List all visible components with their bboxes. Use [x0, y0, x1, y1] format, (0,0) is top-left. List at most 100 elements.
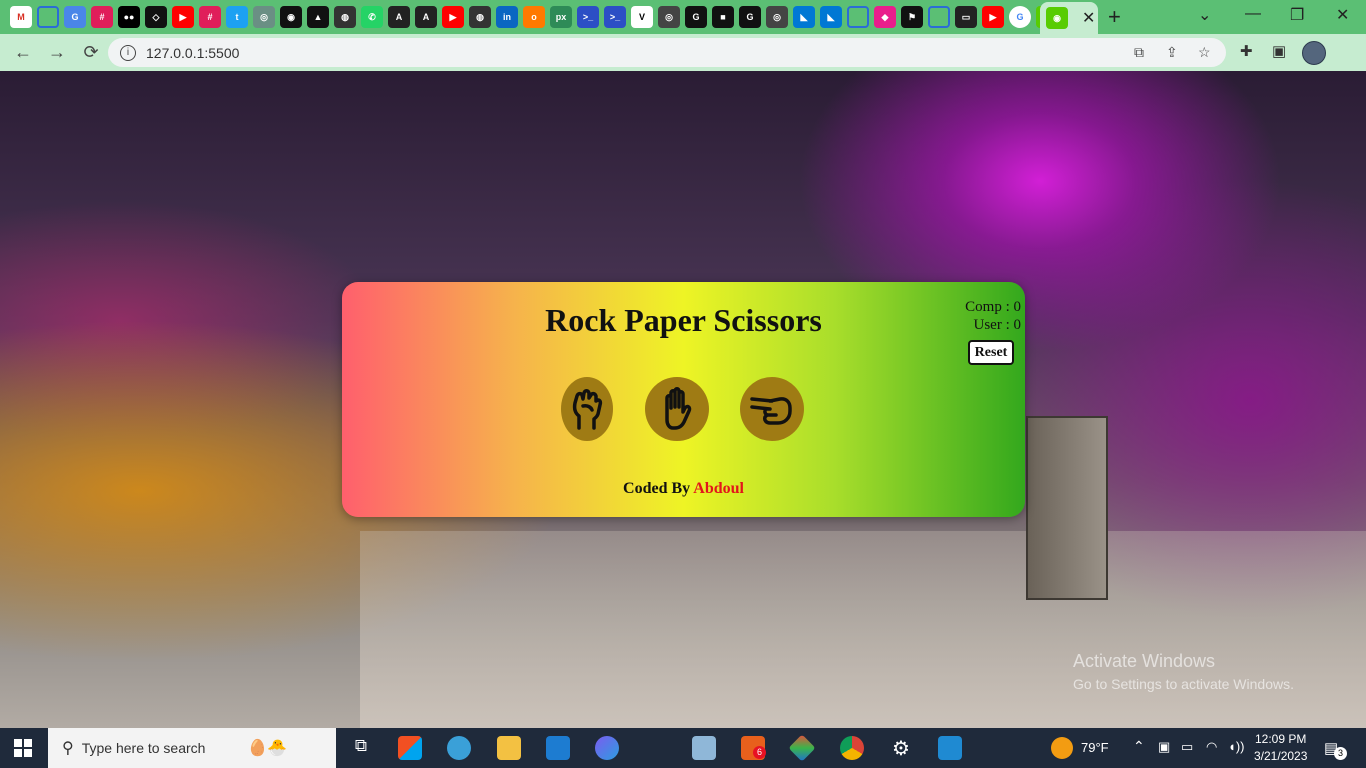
tab-search-chevron-icon[interactable]: ⌄	[1198, 5, 1211, 25]
paper-icon	[665, 387, 692, 430]
weather-temp[interactable]: 79°F	[1081, 740, 1109, 755]
search-placeholder[interactable]: Type here to search	[82, 740, 206, 756]
window-close-icon[interactable]: ✕	[1336, 5, 1349, 25]
openai-tab-icon[interactable]: ◎	[253, 6, 275, 28]
extensions-icon[interactable]: ✚	[1240, 42, 1253, 60]
url-text[interactable]: 127.0.0.1:5500	[146, 45, 239, 61]
notepad-icon[interactable]	[692, 736, 716, 760]
slack-tab-icon[interactable]: #	[91, 6, 113, 28]
forward-arrow-icon[interactable]: →	[42, 42, 72, 63]
translate-tab-icon[interactable]: G	[64, 6, 86, 28]
flag-tab-icon-2[interactable]	[847, 6, 869, 28]
terminal-tab-icon-2[interactable]: >_	[604, 6, 626, 28]
task-view-icon[interactable]: ⧉	[349, 736, 373, 760]
back-arrow-icon[interactable]: ←	[8, 42, 38, 63]
page-background: Rock Paper Scissors Comp : 0 User : 0 Re…	[0, 71, 1366, 728]
pink-tab-icon[interactable]: ◆	[874, 6, 896, 28]
address-bar[interactable]: i 127.0.0.1:5500 ⧉ ⇪ ☆	[108, 38, 1226, 67]
gmail-tab-icon[interactable]: M	[10, 6, 32, 28]
chrome-icon[interactable]	[840, 736, 864, 760]
game-card: Rock Paper Scissors Comp : 0 User : 0 Re…	[342, 282, 1025, 517]
px-tab-icon[interactable]: px	[550, 6, 572, 28]
google-tab-icon[interactable]: G	[1009, 6, 1031, 28]
chatgpt-tab-icon-2[interactable]: ◎	[766, 6, 788, 28]
scissors-button[interactable]	[740, 377, 804, 441]
store-icon[interactable]	[398, 736, 422, 760]
globe-tab-icon-2[interactable]: ◍	[469, 6, 491, 28]
sourcetree-icon[interactable]	[788, 734, 816, 762]
bookmark-star-icon[interactable]: ☆	[1198, 44, 1211, 61]
credit-author: Abdoul	[693, 480, 744, 497]
gpt-tab-icon-2[interactable]: G	[739, 6, 761, 28]
orange-tab-icon[interactable]: o	[523, 6, 545, 28]
appwrite-tab-icon-2[interactable]: A	[415, 6, 437, 28]
comp-score: Comp : 0	[965, 299, 1021, 315]
globe-tab-icon[interactable]: ◍	[334, 6, 356, 28]
github-tab-icon[interactable]: ◉	[280, 6, 302, 28]
activate-windows-title: Activate Windows	[1073, 651, 1216, 671]
battery-icon[interactable]: ▭	[1181, 739, 1193, 755]
windows-start-icon[interactable]	[14, 739, 32, 757]
reset-button[interactable]: Reset	[968, 340, 1014, 365]
profile-avatar[interactable]	[1302, 41, 1326, 65]
youtube-tab-icon-2[interactable]: ▶	[442, 6, 464, 28]
share-icon[interactable]: ⇪	[1166, 44, 1178, 61]
user-score: User : 0	[973, 317, 1022, 333]
minimize-icon[interactable]: —	[1245, 5, 1261, 23]
flag-tab-icon[interactable]	[37, 6, 59, 28]
game-title: Rock Paper Scissors	[545, 302, 822, 338]
windows-taskbar: ⚲ Type here to search 🥚🐣 ⧉ 6 ⚙ 79°F ⌃ ▣ …	[0, 728, 1366, 768]
flag-dark-tab-icon[interactable]: ⚑	[901, 6, 923, 28]
scissors-icon	[750, 397, 792, 425]
codepen-tab-icon[interactable]: ◇	[145, 6, 167, 28]
side-panel-icon[interactable]: ▣	[1272, 42, 1286, 60]
active-tab-favicon: ◉	[1046, 7, 1068, 29]
folder-tab-icon[interactable]: ▭	[955, 6, 977, 28]
dark-tab-icon[interactable]: ■	[712, 6, 734, 28]
taskbar-search-box[interactable]: ⚲ Type here to search 🥚🐣	[48, 728, 336, 768]
app-badge: 6	[753, 746, 766, 759]
rock-button[interactable]	[561, 377, 613, 441]
settings-gear-icon[interactable]: ⚙	[889, 736, 913, 760]
terminal-tab-icon[interactable]: >_	[577, 6, 599, 28]
vercel-tab-icon[interactable]: ▲	[307, 6, 329, 28]
reload-icon[interactable]: ⟳	[76, 42, 106, 63]
tray-chevron-icon[interactable]: ⌃	[1133, 738, 1145, 755]
search-icon: ⚲	[62, 740, 74, 757]
tab-close-icon[interactable]: ✕	[1082, 8, 1095, 28]
medium-tab-icon[interactable]: ●●	[118, 6, 140, 28]
wifi-icon[interactable]: ◠	[1206, 739, 1217, 755]
youtube-tab-icon[interactable]: ▶	[172, 6, 194, 28]
active-tab[interactable]: ◉ ✕	[1040, 2, 1098, 34]
vscode-icon[interactable]	[938, 736, 962, 760]
maximize-icon[interactable]: ❐	[1290, 5, 1304, 25]
chatgpt-tab-icon[interactable]: ◎	[658, 6, 680, 28]
activate-windows-subtitle: Go to Settings to activate Windows.	[1073, 676, 1294, 692]
weather-sun-icon[interactable]	[1051, 737, 1073, 759]
slack-tab-icon-2[interactable]: #	[199, 6, 221, 28]
gpt-tab-icon[interactable]: G	[685, 6, 707, 28]
translate-icon[interactable]: ⧉	[1134, 44, 1144, 61]
whatsapp-tab-icon[interactable]: ✆	[361, 6, 383, 28]
taskbar-clock[interactable]: 12:09 PM 3/21/2023	[1254, 731, 1307, 765]
azure-tab-icon-2[interactable]: ◣	[820, 6, 842, 28]
clock-time: 12:09 PM	[1255, 732, 1307, 746]
v-tab-icon[interactable]: V	[631, 6, 653, 28]
site-info-icon[interactable]: i	[120, 44, 136, 61]
linkedin-tab-icon[interactable]: in	[496, 6, 518, 28]
volume-icon[interactable]: ◖))	[1228, 739, 1245, 754]
activate-windows-watermark: Activate Windows Go to Settings to activ…	[1073, 651, 1294, 692]
notification-count: 3	[1334, 747, 1347, 760]
paper-button[interactable]	[645, 377, 709, 441]
flag-tab-icon-3[interactable]	[928, 6, 950, 28]
mail-icon[interactable]	[546, 736, 570, 760]
meet-icon[interactable]: ▣	[1158, 739, 1170, 755]
twitter-tab-icon[interactable]: t	[226, 6, 248, 28]
file-explorer-icon[interactable]	[497, 736, 521, 760]
youtube-tab-icon-3[interactable]: ▶	[982, 6, 1004, 28]
new-tab-button[interactable]: +	[1108, 4, 1121, 30]
appwrite-tab-icon[interactable]: A	[388, 6, 410, 28]
copilot-icon[interactable]	[595, 736, 619, 760]
edge-icon[interactable]	[447, 736, 471, 760]
azure-tab-icon[interactable]: ◣	[793, 6, 815, 28]
